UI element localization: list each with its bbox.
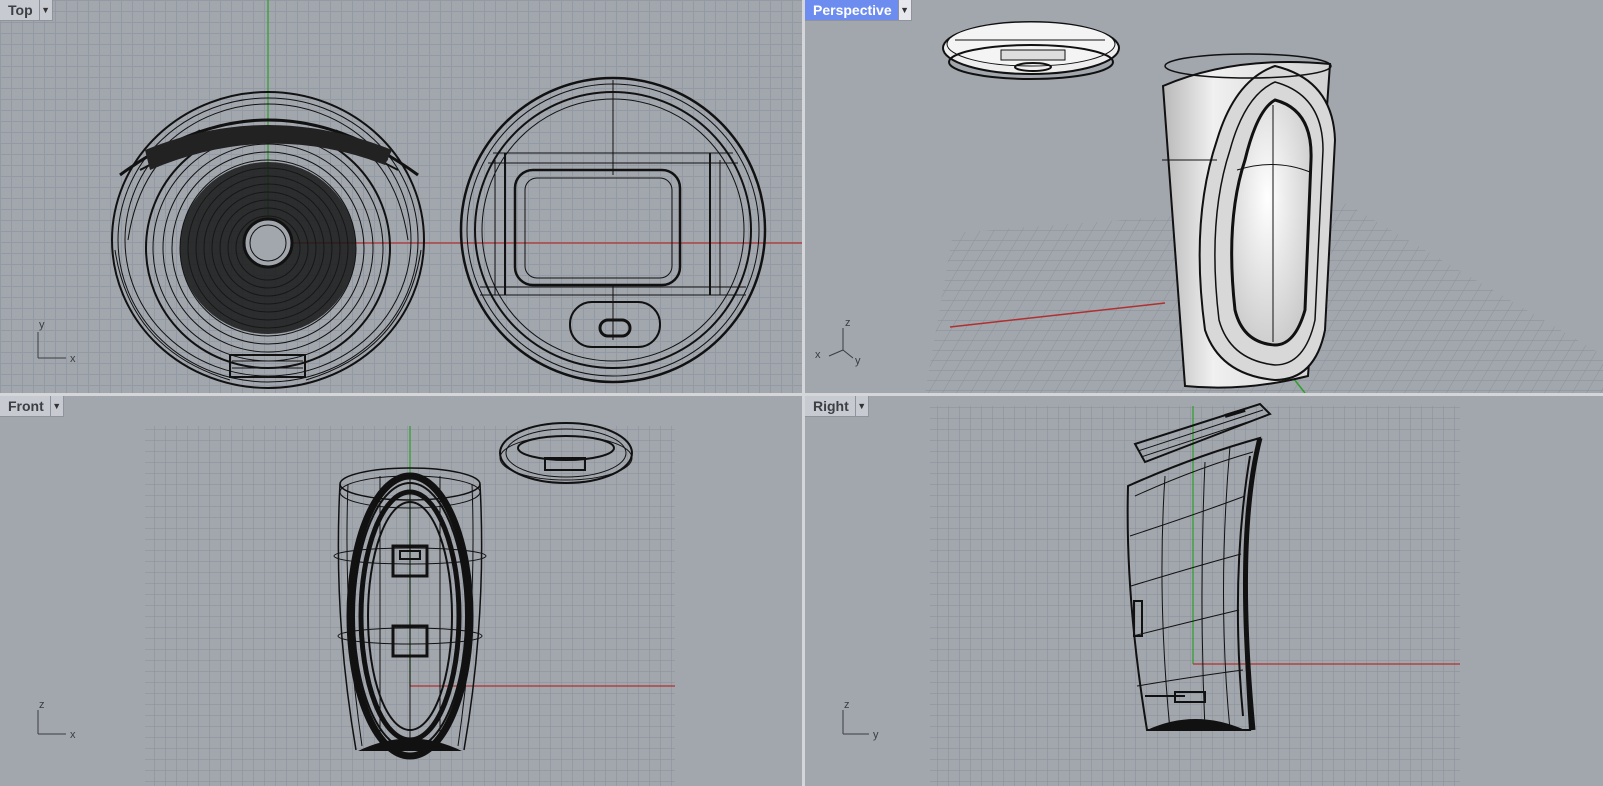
- axis-gizmo-persp: [828, 328, 854, 359]
- axis-label-y: y: [39, 319, 45, 331]
- top-view-scene: y x: [37, 0, 802, 389]
- viewport-title: Right: [813, 398, 849, 414]
- axis-label-y: y: [855, 355, 861, 367]
- caret-down-icon[interactable]: ▼: [854, 396, 868, 416]
- viewport-tab-right[interactable]: Right ▼: [805, 396, 869, 417]
- axis-label-x: x: [70, 353, 76, 365]
- viewport-tab-front[interactable]: Front ▼: [0, 396, 64, 417]
- viewport-title: Front: [8, 398, 44, 414]
- axis-gizmo-top: [37, 332, 66, 359]
- axis-label-z: z: [39, 699, 45, 711]
- viewport-tab-perspective[interactable]: Perspective ▼: [805, 0, 912, 21]
- viewport-perspective[interactable]: Perspective ▼ z x y: [805, 0, 1603, 393]
- viewport-title: Perspective: [813, 2, 892, 18]
- caret-down-icon[interactable]: ▼: [38, 0, 52, 20]
- viewport-title: Top: [8, 2, 33, 18]
- front-view-scene: z x: [37, 422, 675, 786]
- axis-gizmo-front: [37, 710, 66, 735]
- viewport-tab-top[interactable]: Top ▼: [0, 0, 53, 21]
- axis-label-x: x: [815, 349, 821, 361]
- axis-label-x: x: [70, 729, 76, 741]
- caret-down-icon[interactable]: ▼: [49, 396, 63, 416]
- right-view-scene: z y: [842, 402, 1460, 786]
- axis-label-y: y: [873, 729, 879, 741]
- speaker-center-hole: [242, 217, 294, 269]
- viewport-top[interactable]: Top ▼ y x: [0, 0, 802, 393]
- lid-top: [459, 76, 767, 384]
- perspective-scene: z x y: [815, 21, 1603, 393]
- speaker-body-perspective: [1161, 53, 1337, 389]
- viewport-front[interactable]: Front ▼ z x: [0, 396, 802, 786]
- axis-label-z: z: [844, 699, 850, 711]
- viewport-right[interactable]: Right ▼ z y: [805, 396, 1603, 786]
- axis-label-z: z: [845, 317, 851, 329]
- lid-perspective: [942, 21, 1120, 80]
- axis-gizmo-right: [842, 710, 869, 735]
- caret-down-icon[interactable]: ▼: [897, 0, 911, 20]
